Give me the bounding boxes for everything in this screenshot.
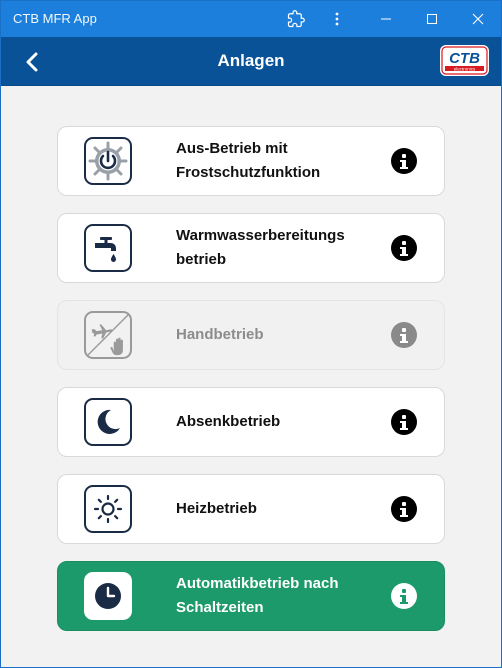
info-icon bbox=[400, 241, 408, 256]
logo-subtext: electronics bbox=[454, 66, 476, 71]
mode-label: Warmwasserbereitungs betrieb bbox=[176, 227, 345, 268]
power-snowflake-icon bbox=[84, 137, 132, 185]
info-button[interactable] bbox=[391, 148, 417, 174]
minimize-button[interactable] bbox=[363, 1, 409, 37]
extension-icon bbox=[287, 10, 305, 28]
info-button[interactable] bbox=[391, 409, 417, 435]
maximize-icon bbox=[427, 14, 437, 24]
more-vert-icon bbox=[335, 12, 339, 26]
tap-icon bbox=[84, 224, 132, 272]
info-icon bbox=[400, 154, 408, 169]
ctb-logo: CTB electronics bbox=[440, 45, 489, 76]
mode-label: Handbetrieb bbox=[176, 326, 264, 343]
mode-label: Aus-Betrieb mit Frostschutzfunktion bbox=[176, 140, 321, 181]
info-button[interactable] bbox=[391, 583, 417, 609]
mode-card-automatic[interactable]: Automatikbetrieb nach Schaltzeiten bbox=[57, 561, 445, 631]
info-icon bbox=[400, 502, 408, 517]
page-title: Anlagen bbox=[217, 51, 285, 70]
info-button[interactable] bbox=[391, 322, 417, 348]
logo-text: CTB bbox=[449, 50, 480, 67]
mode-label: Heizbetrieb bbox=[176, 500, 257, 517]
mode-card-off-frost[interactable]: Aus-Betrieb mit Frostschutzfunktion bbox=[57, 126, 445, 196]
minimize-icon bbox=[381, 18, 391, 20]
clock-icon bbox=[84, 572, 132, 620]
close-icon bbox=[472, 13, 484, 25]
close-button[interactable] bbox=[455, 1, 501, 37]
info-icon bbox=[400, 415, 408, 430]
app-window: CTB MFR App Anlagen CTB electronics Aus-… bbox=[0, 0, 502, 668]
mode-label: Absenkbetrieb bbox=[176, 413, 281, 430]
info-icon bbox=[400, 589, 408, 604]
mode-card-heating[interactable]: Heizbetrieb bbox=[57, 474, 445, 544]
app-title: CTB MFR App bbox=[13, 11, 97, 26]
title-bar: CTB MFR App bbox=[1, 1, 501, 37]
mode-card-manual: Handbetrieb bbox=[57, 300, 445, 370]
mode-card-hot-water[interactable]: Warmwasserbereitungs betrieb bbox=[57, 213, 445, 283]
plane-hand-icon bbox=[84, 311, 132, 359]
moon-icon bbox=[84, 398, 132, 446]
more-button[interactable] bbox=[314, 1, 360, 37]
info-icon bbox=[400, 328, 408, 343]
maximize-button[interactable] bbox=[409, 1, 455, 37]
app-bar: Anlagen CTB electronics bbox=[1, 37, 501, 86]
extension-button[interactable] bbox=[273, 1, 319, 37]
mode-label: Automatikbetrieb nach Schaltzeiten bbox=[176, 575, 339, 616]
info-button[interactable] bbox=[391, 496, 417, 522]
sun-icon bbox=[84, 485, 132, 533]
info-button[interactable] bbox=[391, 235, 417, 261]
mode-card-setback[interactable]: Absenkbetrieb bbox=[57, 387, 445, 457]
